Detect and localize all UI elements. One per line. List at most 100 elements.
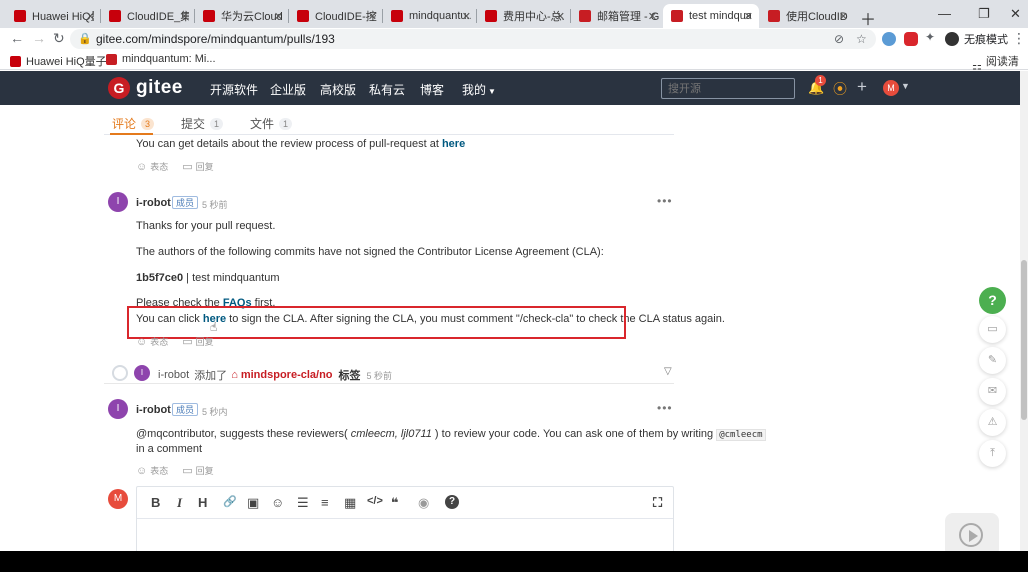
event-avatar[interactable]: I [134, 365, 150, 381]
close-icon[interactable]: ✕ [462, 10, 471, 23]
preview-eye-icon[interactable]: ◉ [418, 495, 429, 511]
close-icon[interactable]: ✕ [839, 10, 848, 23]
extension-icon[interactable] [882, 32, 896, 46]
nav-education[interactable]: 高校版 [320, 81, 356, 98]
huawei-icon [485, 10, 497, 22]
more-options-icon[interactable]: ••• [657, 194, 673, 208]
scrollbar-thumb[interactable] [1021, 260, 1027, 420]
table-icon[interactable]: ▦ [344, 495, 356, 511]
window-close-button[interactable]: ✕ [1010, 6, 1021, 22]
reply-icon: ▭ [182, 336, 193, 348]
url-text[interactable]: gitee.com/mindspore/mindquantum/pulls/19… [96, 32, 335, 46]
back-button[interactable]: ← [10, 30, 24, 46]
image-icon[interactable]: ▣ [247, 495, 259, 511]
nav-blog[interactable]: 博客 [420, 81, 444, 98]
nav-enterprise[interactable]: 企业版 [270, 81, 306, 98]
browser-tab-2[interactable]: CloudIDE_集...✕ [101, 4, 195, 28]
reply-button[interactable]: ▭ 回复 [182, 335, 213, 348]
my-avatar[interactable]: M [108, 489, 128, 509]
nav-open-source[interactable]: 开源软件 [210, 81, 258, 98]
reply-button[interactable]: ▭ 回复 [182, 160, 213, 173]
react-button[interactable]: ☺ 表态 [136, 335, 168, 348]
nav-mine[interactable]: 我的 ▼ [462, 81, 496, 98]
restore-button[interactable]: ❐ [978, 6, 990, 22]
numbered-list-icon[interactable]: ≡ [321, 495, 329, 510]
lock-icon[interactable]: 🔒 [78, 32, 92, 45]
close-icon[interactable]: ✕ [86, 10, 95, 23]
browser-tab-4[interactable]: CloudIDE-控...✕ [289, 4, 383, 28]
back-to-top-icon[interactable]: ⤒ [979, 440, 1006, 467]
tab-files[interactable]: 文件 1 [250, 115, 293, 132]
close-icon[interactable]: ✕ [744, 10, 753, 23]
location-icon[interactable]: ⦿ [833, 79, 847, 99]
caret-down-icon[interactable]: ▼ [901, 81, 910, 91]
link-icon[interactable]: 🔗 [223, 495, 237, 508]
more-options-icon[interactable]: ••• [657, 401, 673, 415]
author-avatar[interactable]: I [108, 192, 128, 212]
menu-kebab-icon[interactable]: ⋮ [1012, 30, 1026, 47]
browser-tab-6[interactable]: 费用中心-总... ✕ [477, 4, 571, 28]
bookmark-item[interactable]: mindquantum: Mi... [106, 53, 216, 65]
help-icon[interactable]: ? [445, 495, 459, 509]
eye-off-icon[interactable]: ⊘ [834, 32, 844, 46]
bold-button[interactable]: B [151, 495, 160, 510]
mail-icon[interactable]: ✉ [979, 378, 1006, 405]
review-process-link[interactable]: here [442, 138, 465, 150]
browser-tab-7[interactable]: 邮箱管理 - Gi...✕ [571, 4, 663, 28]
search-input[interactable] [662, 79, 794, 98]
search-box[interactable] [661, 78, 795, 99]
role-badge: 成员 [172, 403, 199, 416]
user-avatar[interactable]: M [883, 80, 899, 96]
huawei-icon [10, 55, 21, 67]
comment-editor[interactable]: B I H 🔗 ▣ ☺ ☰ ≡ ▦ </> ❝ ◉ ? ⛶ [136, 486, 674, 551]
italic-button[interactable]: I [177, 495, 182, 511]
browser-tab-3[interactable]: 华为云CloudI...✕ [195, 4, 289, 28]
bullet-list-icon[interactable]: ☰ [297, 495, 309, 511]
react-button[interactable]: ☺ 表态 [136, 160, 168, 173]
browser-tab-9[interactable]: 使用CloudIDE...✕ [760, 4, 854, 28]
reload-button[interactable]: ↻ [53, 30, 65, 47]
opera-icon[interactable] [904, 32, 918, 46]
minimize-button[interactable]: — [938, 6, 951, 21]
forward-button[interactable]: → [32, 30, 46, 46]
author-name[interactable]: i-robot [136, 404, 171, 416]
emoji-icon[interactable]: ☺ [271, 495, 284, 510]
quote-icon[interactable]: ❝ [391, 495, 399, 511]
browser-tab-1[interactable]: Huawei HiQ量...✕ [6, 4, 101, 28]
tab-comments[interactable]: 评论 3 [112, 115, 155, 132]
new-tab-button[interactable]: ＋ [860, 6, 876, 30]
bookmark-item[interactable]: Huawei HiQ量子... [10, 53, 116, 69]
browser-tab-active[interactable]: test mindqua...✕ [663, 4, 759, 28]
close-icon[interactable]: ✕ [274, 10, 283, 23]
commit-hash[interactable]: 1b5f7ce0 [136, 272, 183, 284]
video-play-overlay[interactable] [945, 513, 999, 551]
react-button[interactable]: ☺ 表态 [136, 464, 168, 477]
close-icon[interactable]: ✕ [648, 10, 657, 23]
heading-button[interactable]: H [198, 495, 207, 510]
comment-time: 5 秒前 [202, 200, 228, 210]
close-icon[interactable]: ✕ [180, 10, 189, 23]
edit-icon[interactable]: ✎ [979, 347, 1006, 374]
gitee-logo[interactable]: G gitee [108, 77, 183, 99]
feedback-icon[interactable]: ▭ [979, 316, 1006, 343]
author-avatar[interactable]: I [108, 399, 128, 419]
star-icon[interactable]: ☆ [856, 32, 867, 46]
tab-commits[interactable]: 提交 1 [181, 115, 224, 132]
help-float-button[interactable]: ? [979, 287, 1006, 314]
chevron-down-icon[interactable]: ▽ [664, 366, 672, 377]
close-icon[interactable]: ✕ [368, 10, 377, 23]
reply-button[interactable]: ▭ 回复 [182, 464, 213, 477]
nav-private-cloud[interactable]: 私有云 [369, 81, 405, 98]
browser-tab-5[interactable]: mindquantu... ✕ [383, 4, 477, 28]
close-icon[interactable]: ✕ [556, 10, 565, 23]
code-icon[interactable]: </> [367, 495, 383, 507]
create-plus-icon[interactable]: + [857, 77, 867, 97]
incognito-indicator[interactable]: 无痕模式 [945, 31, 1008, 47]
puzzle-icon[interactable]: ✦ [925, 30, 935, 44]
author-name[interactable]: i-robot [136, 197, 171, 209]
event-actor[interactable]: i-robot [158, 369, 189, 381]
label-tag[interactable]: ⌂ mindspore-cla/no [231, 369, 332, 381]
address-bar[interactable]: 🔒 gitee.com/mindspore/mindquantum/pulls/… [70, 29, 876, 49]
fullscreen-icon[interactable]: ⛶ [653, 495, 662, 511]
warning-icon[interactable]: ⚠ [979, 409, 1006, 436]
